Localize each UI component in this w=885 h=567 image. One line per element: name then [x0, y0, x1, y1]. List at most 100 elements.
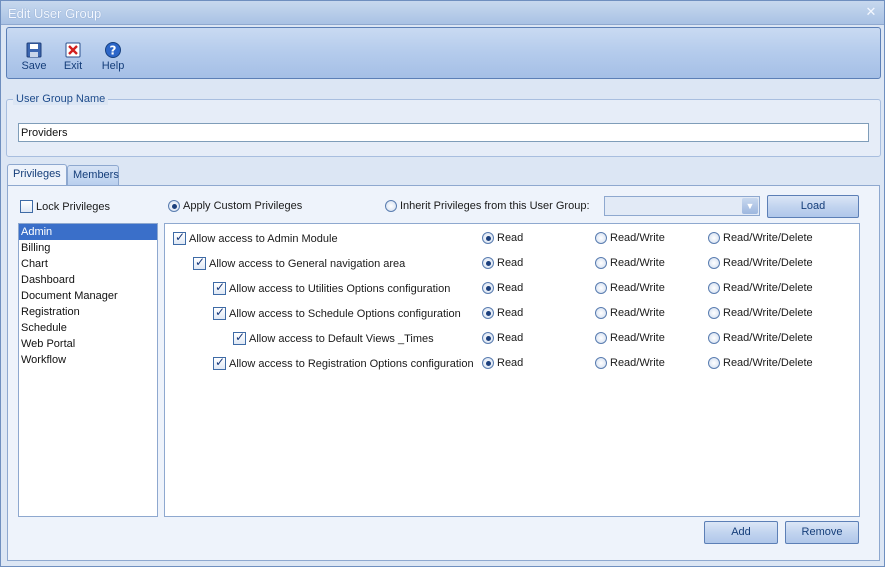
access-level-radio[interactable]: Read/Write — [595, 357, 665, 370]
access-level-radio-dot[interactable] — [708, 307, 720, 320]
access-level-label: Read/Write — [610, 282, 665, 295]
access-level-radio-dot[interactable] — [708, 357, 720, 370]
privilege-check[interactable] — [213, 305, 226, 320]
privilege-row: Allow access to Admin Module Read Read/Wri… — [165, 230, 859, 249]
privilege-checkbox[interactable]: Allow access to Admin Module — [173, 230, 338, 245]
privilege-label: Allow access to Utilities Options config… — [229, 282, 451, 295]
privilege-checkbox[interactable]: Allow access to Utilities Options config… — [213, 280, 451, 295]
user-group-name-input[interactable] — [18, 123, 869, 142]
access-level-radio[interactable]: Read/Write/Delete — [708, 332, 813, 345]
access-level-radio[interactable]: Read — [482, 257, 524, 270]
access-level-radio[interactable]: Read — [482, 307, 524, 320]
access-level-radio[interactable]: Read/Write/Delete — [708, 357, 813, 370]
module-list-item[interactable]: Admin — [19, 224, 157, 240]
chevron-down-icon[interactable]: ▼ — [742, 198, 758, 214]
access-level-label: Read — [497, 357, 524, 370]
access-level-radio[interactable]: Read — [482, 282, 524, 295]
user-group-name-box: User Group Name — [6, 93, 881, 157]
access-level-radio[interactable]: Read/Write/Delete — [708, 282, 813, 295]
privilege-label: Allow access to Default Views _Times — [249, 332, 434, 345]
access-level-radio-dot[interactable] — [595, 282, 607, 295]
lock-privileges-check[interactable] — [20, 200, 33, 213]
inherit-radio-dot[interactable] — [385, 200, 397, 213]
remove-button[interactable]: Remove — [785, 521, 859, 544]
privileges-list: Allow access to Admin Module Read Read/Wri… — [164, 223, 860, 517]
access-level-radio-dot[interactable] — [482, 282, 494, 295]
access-level-radio[interactable]: Read — [482, 357, 524, 370]
access-level-radio-dot[interactable] — [482, 307, 494, 320]
title-bar[interactable]: Edit User Group ✕ — [1, 1, 884, 25]
access-level-radio-dot[interactable] — [595, 332, 607, 345]
save-icon — [26, 42, 42, 58]
close-icon[interactable]: ✕ — [864, 5, 878, 19]
privilege-check[interactable] — [213, 355, 226, 370]
load-button[interactable]: Load — [767, 195, 859, 218]
privilege-checkbox[interactable]: Allow access to Schedule Options configu… — [213, 305, 461, 320]
access-level-radio-dot[interactable] — [708, 257, 720, 270]
access-level-label: Read/Write — [610, 307, 665, 320]
privilege-checkbox[interactable]: Allow access to Default Views _Times — [233, 330, 434, 345]
privilege-label: Allow access to Registration Options con… — [229, 357, 474, 370]
module-list-item[interactable]: Billing — [19, 240, 157, 256]
exit-icon — [65, 42, 81, 58]
access-level-label: Read/Write — [610, 357, 665, 370]
module-list-item[interactable]: Document Manager — [19, 288, 157, 304]
privilege-checkbox[interactable]: Allow access to General navigation area — [193, 255, 405, 270]
privilege-check[interactable] — [173, 230, 186, 245]
privilege-row: Allow access to General navigation area R… — [165, 255, 859, 274]
save-button[interactable]: Save — [19, 42, 49, 74]
inherit-user-group-select[interactable]: ▼ — [604, 196, 760, 216]
lock-privileges-checkbox[interactable]: Lock Privileges — [20, 200, 110, 213]
access-level-label: Read — [497, 307, 524, 320]
inherit-privileges-radio[interactable]: Inherit Privileges from this User Group: — [385, 200, 590, 213]
tab-members[interactable]: Members — [67, 165, 119, 185]
access-level-radio[interactable]: Read — [482, 332, 523, 345]
access-level-label: Read — [497, 282, 524, 295]
module-list-item[interactable]: Schedule — [19, 320, 157, 336]
access-level-radio-dot[interactable] — [482, 357, 494, 370]
privilege-check[interactable] — [213, 280, 226, 295]
module-list-item[interactable]: Web Portal — [19, 336, 157, 352]
access-level-label: Read/Write/Delete — [723, 357, 813, 370]
privilege-check[interactable] — [193, 255, 206, 270]
module-list-item[interactable]: Registration — [19, 304, 157, 320]
access-level-radio-dot[interactable] — [595, 257, 607, 270]
privilege-label: Allow access to Schedule Options configu… — [229, 307, 461, 320]
apply-custom-radio-dot[interactable] — [168, 200, 180, 213]
privilege-row: Allow access to Default Views _Times Read… — [165, 330, 859, 349]
access-level-radio-dot[interactable] — [595, 232, 607, 245]
access-level-radio[interactable]: Read/Write/Delete — [708, 257, 813, 270]
privilege-row: Allow access to Utilities Options config… — [165, 280, 859, 299]
access-level-radio[interactable]: Read/Write — [595, 232, 665, 245]
apply-custom-privileges-radio[interactable]: Apply Custom Privileges — [168, 200, 303, 213]
access-level-radio[interactable]: Read — [482, 232, 523, 245]
access-level-radio-dot[interactable] — [595, 307, 607, 320]
module-list[interactable]: Admin Billing Chart Dashboard Document Manag… — [18, 223, 158, 517]
access-level-radio[interactable]: Read/Write — [595, 257, 665, 270]
access-level-radio-dot[interactable] — [595, 357, 607, 370]
access-level-label: Read — [497, 257, 524, 270]
apply-custom-privileges-label: Apply Custom Privileges — [183, 200, 303, 213]
add-button[interactable]: Add — [704, 521, 778, 544]
inherit-privileges-label: Inherit Privileges from this User Group: — [400, 200, 590, 213]
exit-button[interactable]: Exit — [59, 42, 87, 74]
access-level-radio-dot[interactable] — [708, 232, 720, 245]
privilege-check[interactable] — [233, 330, 246, 345]
privilege-label: Allow access to Admin Module — [189, 232, 338, 245]
access-level-radio-dot[interactable] — [482, 257, 494, 270]
access-level-radio[interactable]: Read/Write — [595, 282, 665, 295]
access-level-radio-dot[interactable] — [482, 332, 494, 345]
access-level-radio[interactable]: Read/Write — [595, 332, 665, 345]
module-list-item[interactable]: Chart — [19, 256, 157, 272]
access-level-radio[interactable]: Read/Write/Delete — [708, 232, 813, 245]
access-level-radio[interactable]: Read/Write — [595, 307, 665, 320]
help-button[interactable]: ? Help — [99, 42, 127, 74]
access-level-radio[interactable]: Read/Write/Delete — [708, 307, 813, 320]
module-list-item[interactable]: Workflow — [19, 352, 157, 368]
access-level-radio-dot[interactable] — [708, 332, 720, 345]
module-list-item[interactable]: Dashboard — [19, 272, 157, 288]
access-level-radio-dot[interactable] — [708, 282, 720, 295]
access-level-radio-dot[interactable] — [482, 232, 494, 245]
tab-privileges[interactable]: Privileges — [7, 164, 67, 185]
privilege-checkbox[interactable]: Allow access to Registration Options con… — [213, 355, 474, 370]
